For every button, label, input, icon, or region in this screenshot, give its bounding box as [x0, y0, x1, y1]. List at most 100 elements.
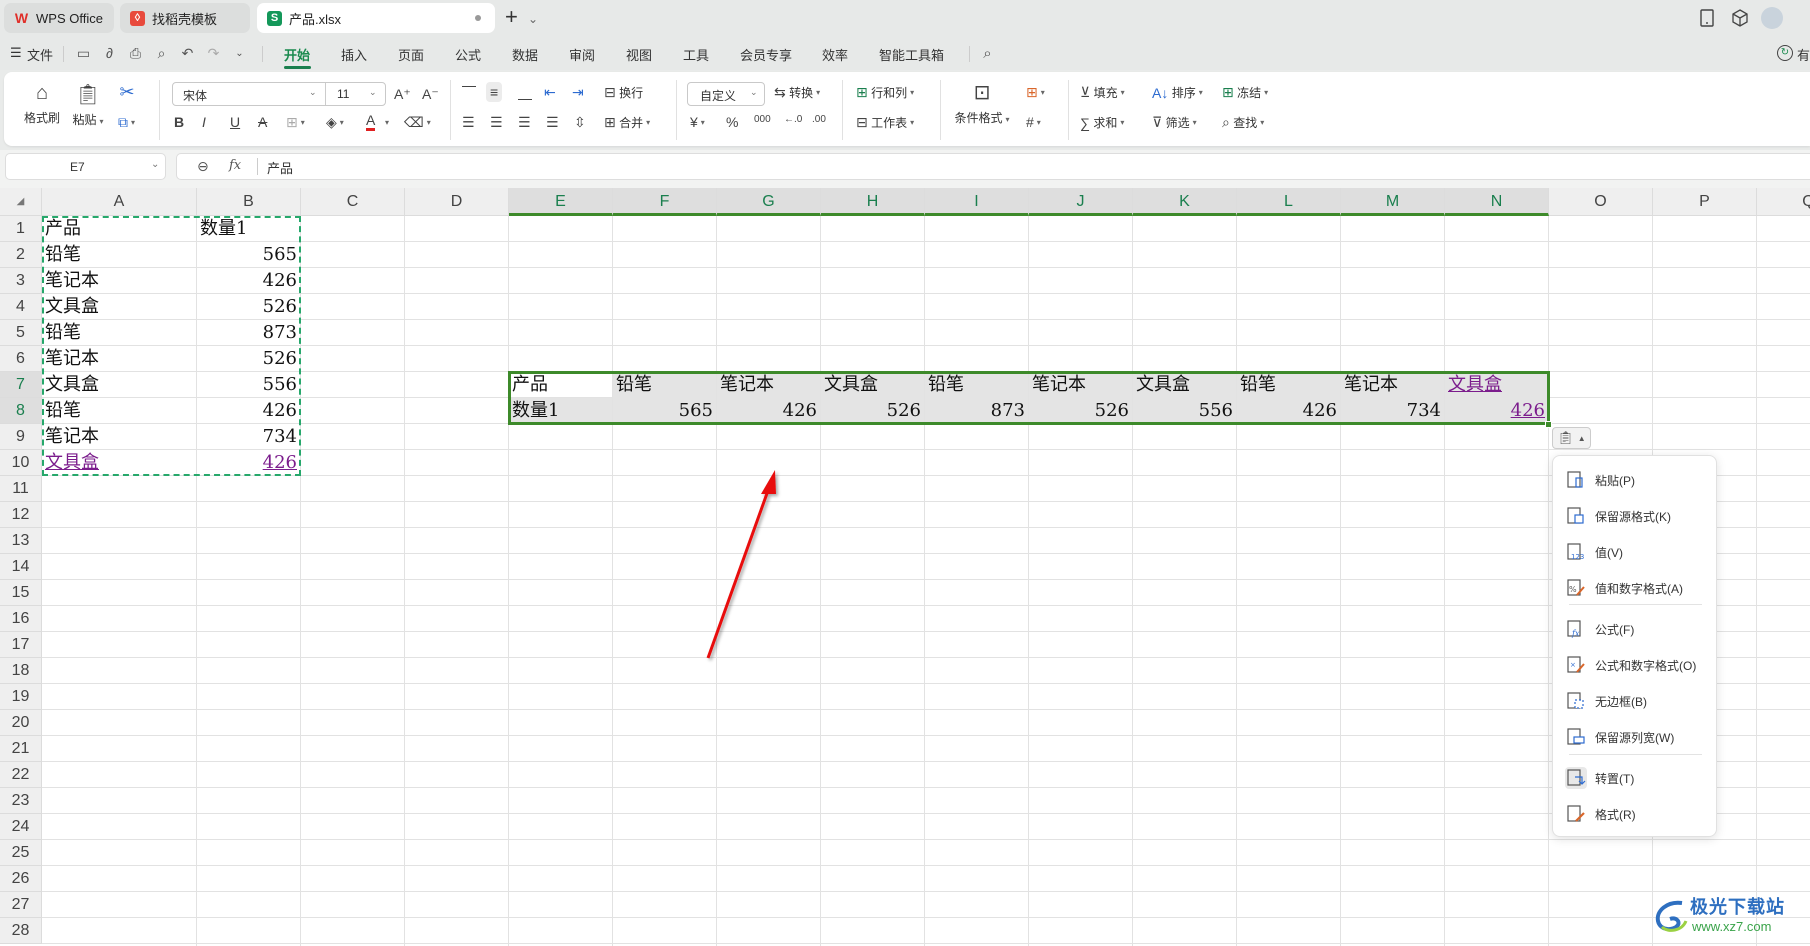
cell-i7[interactable]: 铅笔 [925, 372, 1028, 398]
fill-button[interactable]: ⊻ 填充 ▾ [1080, 84, 1125, 101]
cell-l7[interactable]: 铅笔 [1237, 372, 1340, 398]
cell-b1[interactable]: 数量1 [197, 216, 300, 242]
formula-input[interactable]: ⊖ fx 产品 [176, 153, 1810, 180]
column-header-n[interactable]: N [1445, 188, 1549, 216]
column-header-k[interactable]: K [1133, 188, 1237, 216]
row-header-28[interactable]: 28 [0, 918, 42, 944]
undo-icon[interactable]: ↶ [180, 46, 195, 61]
fx-icon[interactable]: fx [229, 158, 241, 173]
copy-button[interactable]: ⧉ ▾ [118, 114, 135, 131]
column-header-i[interactable]: I [925, 188, 1029, 216]
increase-decimal-icon[interactable]: ←.0 [784, 114, 802, 125]
paste-button[interactable]: 📋︎ 粘贴 ▾ [68, 82, 108, 128]
menu-file[interactable]: 文件 [27, 45, 53, 64]
decrease-font-icon[interactable]: A⁻ [422, 86, 439, 103]
font-size[interactable]: 11 [337, 87, 349, 101]
column-header-j[interactable]: J [1029, 188, 1133, 216]
share-link-icon[interactable]: ∂ [102, 46, 117, 61]
cell-style-icon[interactable]: ⊞ ▾ [1026, 84, 1045, 101]
column-header-a[interactable]: A [42, 188, 197, 216]
freeze-button[interactable]: ⊞ 冻结 ▾ [1222, 84, 1268, 101]
align-middle-icon[interactable]: ≡ [486, 82, 503, 102]
cell-b6[interactable]: 526 [197, 346, 300, 372]
spreadsheet-grid[interactable]: ◢ ABCDEFGHIJKLMNOPQ 1 2 3 4 5 6 7 8 9 10 11 12 13 14 1… [0, 188, 1810, 946]
cell-b4[interactable]: 526 [197, 294, 300, 320]
row-header-25[interactable]: 25 [0, 840, 42, 866]
currency-icon[interactable]: ¥ ▾ [690, 114, 705, 130]
tab-docer-templates[interactable]: ◊ 找稻壳模板 [120, 3, 250, 33]
row-header-10[interactable]: 10 [0, 450, 42, 476]
row-header-17[interactable]: 17 [0, 632, 42, 658]
strikethrough-icon[interactable]: A [258, 114, 267, 130]
row-header-21[interactable]: 21 [0, 736, 42, 762]
distributed-icon[interactable]: ⇳ [574, 114, 586, 131]
cell-g7[interactable]: 笔记本 [717, 372, 820, 398]
row-header-6[interactable]: 6 [0, 346, 42, 372]
row-header-7[interactable]: 7 [0, 372, 42, 398]
cell-m7[interactable]: 笔记本 [1341, 372, 1444, 398]
align-center-icon[interactable]: ☰ [490, 114, 503, 131]
row-header-23[interactable]: 23 [0, 788, 42, 814]
cell-b8[interactable]: 426 [197, 398, 300, 424]
zoom-formula-icon[interactable]: ⊖ [197, 158, 209, 175]
column-header-g[interactable]: G [717, 188, 821, 216]
cell-a3[interactable]: 笔记本 [42, 268, 196, 294]
cell-i8[interactable]: 873 [925, 398, 1028, 424]
cell-k8[interactable]: 556 [1133, 398, 1236, 424]
row-header-13[interactable]: 13 [0, 528, 42, 554]
row-header-19[interactable]: 19 [0, 684, 42, 710]
cell-a10[interactable]: 文具盒 [42, 450, 196, 476]
number-format-selector[interactable]: 自定义 ⌄ [687, 82, 765, 106]
print-icon[interactable]: ⎙ [128, 46, 143, 61]
paste-option-paste[interactable]: 粘贴(P) [1565, 466, 1706, 494]
tab-product-xlsx[interactable]: S 产品.xlsx [257, 3, 495, 33]
borders-icon[interactable]: ⊞ ▾ [286, 114, 305, 131]
align-right-icon[interactable]: ☰ [518, 114, 531, 131]
decrease-decimal-icon[interactable]: .00 [812, 114, 826, 125]
menu-tab-tools[interactable]: 工具 [683, 45, 709, 64]
align-left-icon[interactable]: ☰ [462, 114, 475, 131]
search-icon[interactable]: ⌕ [980, 46, 995, 61]
row-header-8[interactable]: 8 [0, 398, 42, 424]
column-header-e[interactable]: E [509, 188, 613, 216]
find-button[interactable]: ⌕ 查找 ▾ [1222, 114, 1264, 131]
select-all-corner[interactable]: ◢ [0, 188, 42, 216]
cell-h7[interactable]: 文具盒 [821, 372, 924, 398]
clear-format-icon[interactable]: ⌫ ▾ [404, 114, 431, 131]
paste-option-keep-source-format[interactable]: 保留源格式(K) [1565, 502, 1706, 530]
cloud-sync-icon[interactable]: ↻ [1777, 45, 1793, 61]
column-header-c[interactable]: C [301, 188, 405, 216]
paste-option-formula-number-format[interactable]: × 公式和数字格式(O) [1565, 651, 1706, 679]
cell-h8[interactable]: 526 [821, 398, 924, 424]
row-header-5[interactable]: 5 [0, 320, 42, 346]
new-tab-button[interactable]: + [505, 6, 518, 28]
column-header-p[interactable]: P [1653, 188, 1757, 216]
fill-color-icon[interactable]: ◈ ▾ [326, 114, 344, 131]
decrease-indent-icon[interactable]: ⇤ [544, 84, 556, 101]
row-header-18[interactable]: 18 [0, 658, 42, 684]
row-header-15[interactable]: 15 [0, 580, 42, 606]
sum-button[interactable]: ∑ 求和 ▾ [1080, 114, 1124, 131]
print-preview-icon[interactable]: ⌕ [154, 46, 169, 61]
cell-a8[interactable]: 铅笔 [42, 398, 196, 424]
3d-box-icon[interactable] [1730, 8, 1750, 28]
paste-option-paste-formula[interactable]: fx 公式(F) [1565, 615, 1706, 643]
row-header-20[interactable]: 20 [0, 710, 42, 736]
cell-k7[interactable]: 文具盒 [1133, 372, 1236, 398]
menu-tab-member[interactable]: 会员专享 [740, 45, 792, 64]
tab-wps-office[interactable]: W WPS Office [4, 3, 114, 33]
column-header-o[interactable]: O [1549, 188, 1653, 216]
menu-tab-view[interactable]: 视图 [626, 45, 652, 64]
cut-button[interactable]: ✂ [114, 82, 140, 103]
row-header-9[interactable]: 9 [0, 424, 42, 450]
cell-f7[interactable]: 铅笔 [613, 372, 716, 398]
cell-a4[interactable]: 文具盒 [42, 294, 196, 320]
font-color-icon[interactable]: A [366, 112, 376, 131]
column-header-b[interactable]: B [197, 188, 301, 216]
convert-button[interactable]: ⇆ 转换 ▾ [774, 84, 820, 101]
row-header-27[interactable]: 27 [0, 892, 42, 918]
table-format-icon[interactable]: # ▾ [1026, 114, 1041, 130]
italic-icon[interactable]: I [202, 114, 206, 130]
menu-hamburger-icon[interactable]: ☰ [10, 45, 22, 61]
column-header-l[interactable]: L [1237, 188, 1341, 216]
